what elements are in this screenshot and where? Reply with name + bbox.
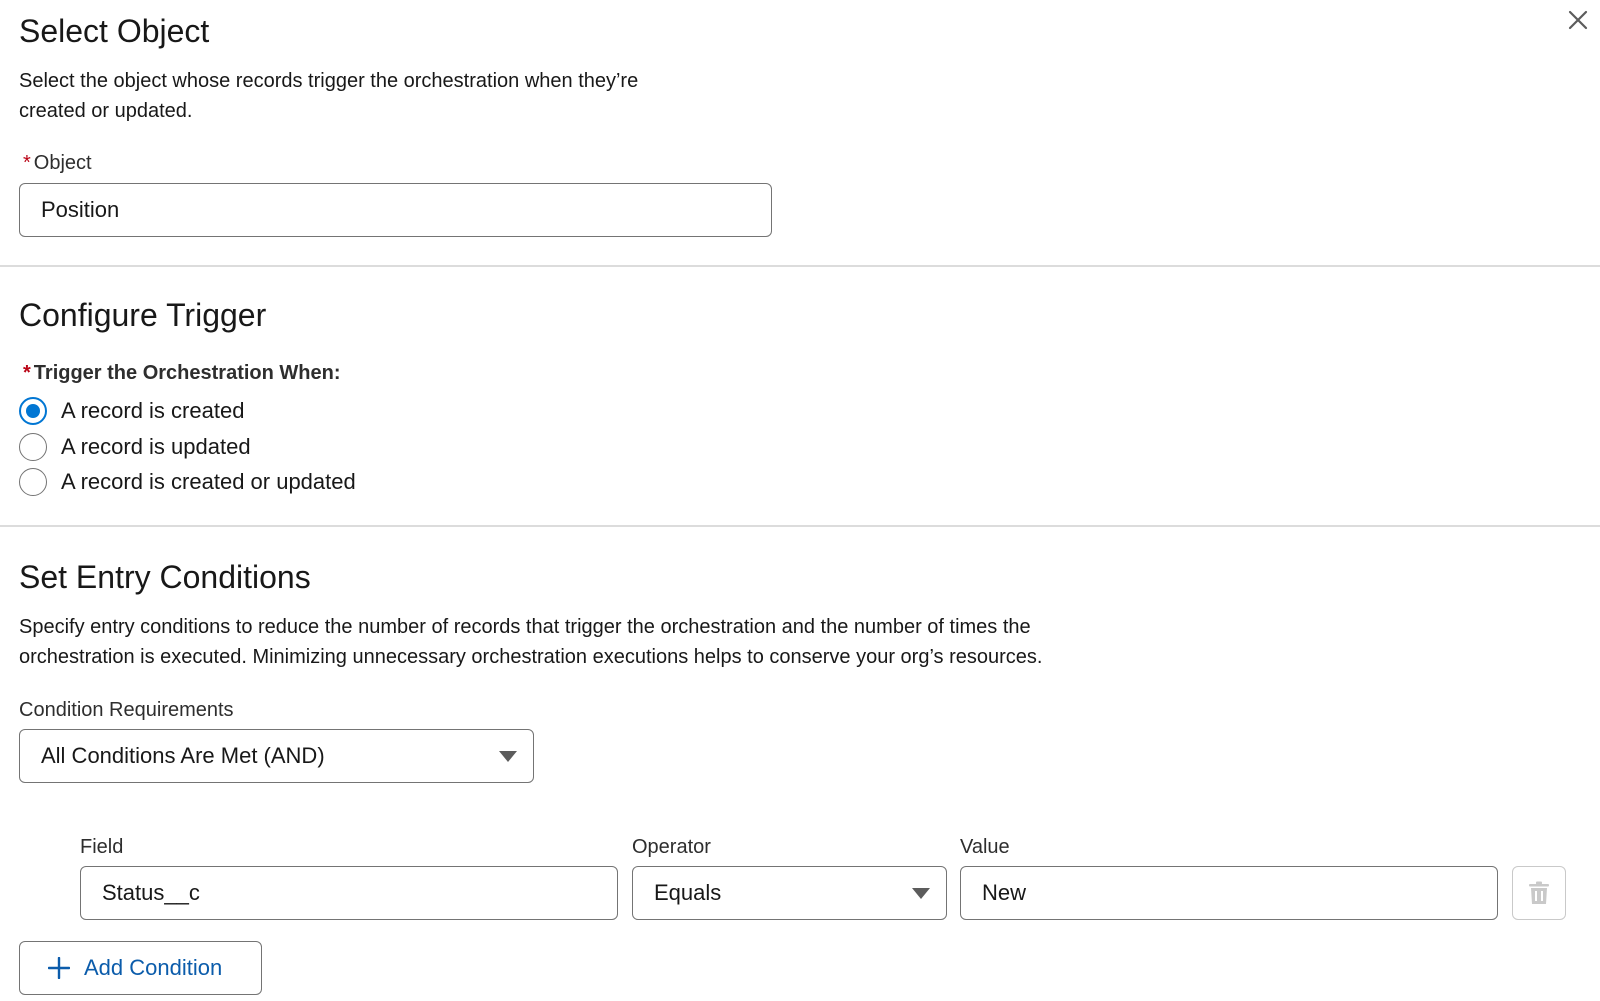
- radio-button[interactable]: [19, 433, 47, 461]
- required-marker: *: [23, 362, 31, 384]
- required-marker: *: [23, 152, 31, 174]
- entry-conditions-heading: Set Entry Conditions: [19, 559, 311, 595]
- close-button[interactable]: [1562, 4, 1594, 36]
- select-object-description-line2: created or updated.: [19, 100, 193, 122]
- condition-requirements-select[interactable]: All Conditions Are Met (AND): [19, 729, 534, 783]
- radio-option-created[interactable]: A record is created: [19, 396, 244, 426]
- radio-button-selected[interactable]: [19, 397, 47, 425]
- section-divider: [0, 525, 1600, 527]
- select-object-heading: Select Object: [19, 13, 210, 49]
- object-label-text: Object: [33, 152, 92, 174]
- condition-field-input[interactable]: Status__c: [80, 866, 618, 920]
- chevron-down-icon: [499, 751, 517, 762]
- trash-icon: [1529, 881, 1549, 904]
- entry-conditions-description: Specify entry conditions to reduce the n…: [19, 612, 1042, 672]
- value-column-label: Value: [960, 836, 1010, 858]
- plus-icon: [48, 957, 70, 979]
- delete-condition-button[interactable]: [1512, 866, 1566, 920]
- condition-requirements-value: All Conditions Are Met (AND): [41, 743, 325, 768]
- object-input-value: Position: [41, 197, 120, 222]
- close-icon: [1568, 10, 1588, 30]
- condition-value-text: New: [982, 880, 1027, 905]
- section-divider: [0, 265, 1600, 267]
- radio-option-created-or-updated[interactable]: A record is created or updated: [19, 467, 356, 497]
- condition-field-value: Status__c: [102, 880, 200, 905]
- radio-option-label: A record is updated: [61, 434, 251, 459]
- object-field-label: * Object: [23, 150, 92, 176]
- field-column-label: Field: [80, 836, 124, 858]
- configure-trigger-heading: Configure Trigger: [19, 297, 267, 333]
- condition-value-input[interactable]: New: [960, 866, 1498, 920]
- add-condition-label: Add Condition: [84, 955, 223, 980]
- select-object-description: Select the object whose records trigger …: [19, 66, 638, 126]
- radio-option-updated[interactable]: A record is updated: [19, 432, 251, 462]
- trigger-question-text: Trigger the Orchestration When:: [33, 362, 341, 384]
- radio-option-label: A record is created or updated: [61, 469, 356, 494]
- chevron-down-icon: [912, 888, 930, 899]
- condition-operator-value: Equals: [654, 880, 722, 905]
- radio-option-label: A record is created: [61, 398, 245, 423]
- condition-requirements-label: Condition Requirements: [19, 699, 234, 721]
- radio-button[interactable]: [19, 468, 47, 496]
- trigger-question-label: * Trigger the Orchestration When:: [23, 360, 341, 386]
- entry-conditions-description-line1: Specify entry conditions to reduce the n…: [19, 616, 1031, 638]
- operator-column-label: Operator: [632, 836, 711, 858]
- add-condition-button[interactable]: Add Condition: [19, 941, 262, 995]
- condition-operator-select[interactable]: Equals: [632, 866, 947, 920]
- entry-conditions-description-line2: orchestration is executed. Minimizing un…: [19, 646, 1043, 668]
- select-object-description-line1: Select the object whose records trigger …: [19, 70, 639, 92]
- object-input[interactable]: Position: [19, 183, 772, 237]
- radio-dot: [26, 404, 40, 418]
